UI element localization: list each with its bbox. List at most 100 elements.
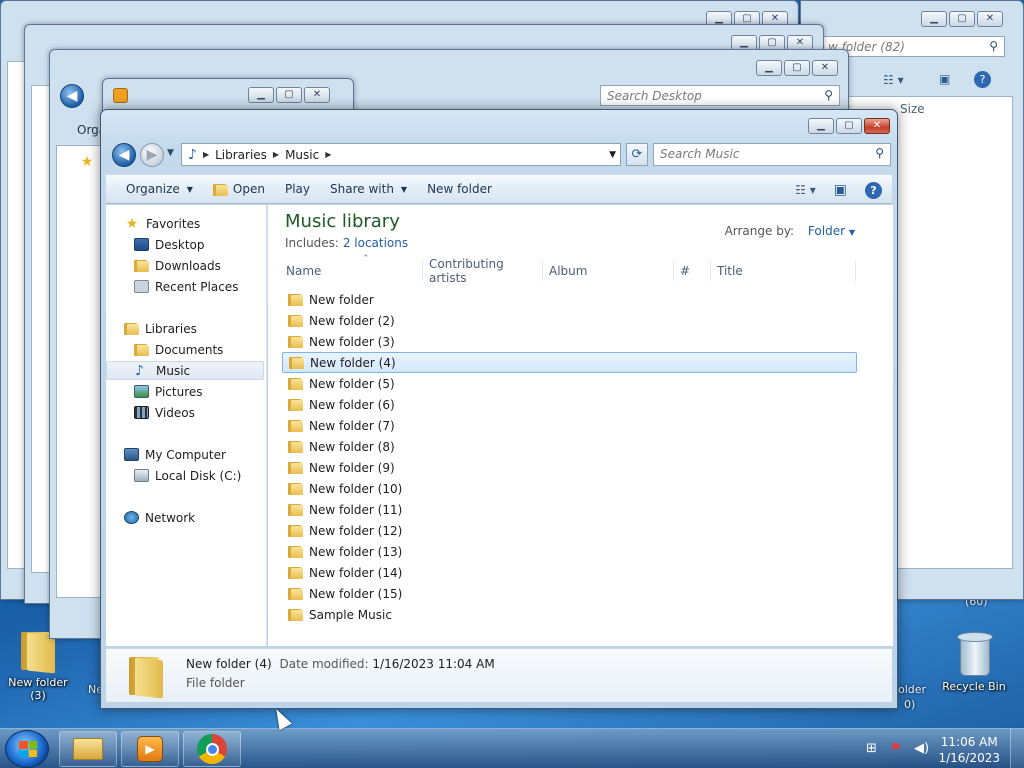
address-dropdown-icon[interactable]: ▼ <box>609 150 616 160</box>
locations-link[interactable]: 2 locations <box>343 236 408 250</box>
dropdown-arrow-icon: ▼ <box>186 184 193 194</box>
file-row[interactable]: New folder (11) <box>282 499 857 520</box>
minimize-button[interactable]: ▁ <box>756 60 782 76</box>
play-button[interactable]: Play <box>275 177 320 201</box>
breadcrumb-separator-icon[interactable]: ▶ <box>273 150 279 159</box>
volume-icon[interactable]: ◀) <box>914 741 929 756</box>
column-header-size[interactable]: Size <box>900 102 925 116</box>
maximize-button[interactable]: ▢ <box>836 118 862 134</box>
taskbar-media-player-button[interactable]: ▶ <box>121 731 179 767</box>
file-row[interactable]: New folder (8) <box>282 436 857 457</box>
file-row[interactable]: New folder (12) <box>282 520 857 541</box>
nav-documents[interactable]: Documents <box>106 340 264 359</box>
file-row[interactable]: New folder <box>282 289 857 310</box>
nav-label: Music <box>156 363 191 378</box>
file-row[interactable]: Sample Music <box>282 604 857 625</box>
start-button[interactable] <box>5 730 49 768</box>
minimize-button[interactable]: ▁ <box>921 11 947 27</box>
preview-pane-icon[interactable]: ▣ <box>939 72 950 86</box>
clock[interactable]: 11:06 AM 1/16/2023 <box>938 734 1000 766</box>
nav-label: Desktop <box>155 237 205 252</box>
file-row[interactable]: New folder (14) <box>282 562 857 583</box>
organize-menu[interactable]: Organize ▼ <box>116 177 203 201</box>
search-input[interactable]: Search Desktop ⚲ <box>600 85 840 106</box>
desktop-icon-new-folder-3[interactable]: New folder (3) <box>2 630 74 702</box>
file-row[interactable]: New folder (9) <box>282 457 857 478</box>
file-name: New folder (6) <box>309 397 395 412</box>
nav-label: My Computer <box>145 447 226 462</box>
maximize-button[interactable]: ▢ <box>949 11 975 27</box>
close-button[interactable]: ✕ <box>304 87 330 103</box>
close-button[interactable]: ✕ <box>864 118 890 134</box>
minimize-button[interactable]: ▁ <box>808 118 834 134</box>
breadcrumb-libraries[interactable]: Libraries <box>215 148 267 162</box>
nav-videos[interactable]: Videos <box>106 403 264 422</box>
nav-recent-places[interactable]: Recent Places <box>106 277 264 296</box>
show-desktop-button[interactable] <box>1010 729 1024 768</box>
libraries-icon <box>124 322 139 335</box>
nav-desktop[interactable]: Desktop <box>106 235 264 254</box>
open-button[interactable]: Open <box>203 177 275 201</box>
nav-music[interactable]: ♪ Music <box>106 361 264 380</box>
arrange-by-dropdown[interactable]: Folder ▼ <box>808 224 855 238</box>
forward-button[interactable]: ▶ <box>140 143 164 167</box>
nav-local-disk[interactable]: Local Disk (C:) <box>106 466 264 485</box>
nav-favorites[interactable]: ★ Favorites <box>106 214 264 233</box>
file-row[interactable]: New folder (7) <box>282 415 857 436</box>
file-row[interactable]: New folder (3) <box>282 331 857 352</box>
preview-pane-icon[interactable]: ▣ <box>834 182 847 198</box>
recent-pages-dropdown-icon[interactable]: ▼ <box>167 148 174 158</box>
folder-icon <box>288 419 303 432</box>
file-row[interactable]: New folder (2) <box>282 310 857 331</box>
network-tray-icon[interactable]: ⊞ <box>866 741 877 756</box>
address-bar[interactable]: ♪ ▶ Libraries ▶ Music ▶ ▼ <box>181 143 621 166</box>
window-caption-buttons: ▁ ▢ ✕ <box>808 118 890 134</box>
view-options-icon[interactable]: ☷ ▾ <box>883 73 904 87</box>
back-button[interactable]: ◀ <box>60 84 84 108</box>
taskbar-chrome-button[interactable] <box>183 731 241 767</box>
file-row[interactable]: New folder (15) <box>282 583 857 604</box>
folder-icon <box>288 398 303 411</box>
maximize-button[interactable]: ▢ <box>276 87 302 103</box>
search-input[interactable]: Search Music ⚲ <box>653 143 891 166</box>
folder-icon <box>288 377 303 390</box>
nav-my-computer[interactable]: My Computer <box>106 445 264 464</box>
back-button[interactable]: ◀ <box>112 143 136 167</box>
folder-icon <box>288 503 303 516</box>
maximize-button[interactable]: ▢ <box>784 60 810 76</box>
explorer-window-music[interactable]: ▁ ▢ ✕ ◀ ▶ ▼ ♪ ▶ Libraries ▶ Music ▶ ▼ ⟳ … <box>100 109 898 709</box>
view-options-icon[interactable]: ☷ ▾ <box>795 183 816 197</box>
desktop-icon-recycle-bin[interactable]: Recycle Bin <box>938 632 1010 693</box>
column-header-contributing-artists[interactable]: Contributing artists <box>423 257 543 285</box>
taskbar-explorer-button[interactable] <box>59 731 117 767</box>
column-header-track-number[interactable]: # <box>674 261 711 281</box>
minimize-button[interactable]: ▁ <box>248 87 274 103</box>
new-folder-button[interactable]: New folder <box>417 177 502 201</box>
file-row[interactable]: New folder (13) <box>282 541 857 562</box>
help-icon[interactable]: ? <box>865 181 882 199</box>
nav-libraries[interactable]: Libraries <box>106 319 264 338</box>
breadcrumb-music[interactable]: Music <box>285 148 319 162</box>
folder-icon <box>288 314 303 327</box>
breadcrumb-separator-icon[interactable]: ▶ <box>203 150 209 159</box>
nav-pictures[interactable]: Pictures <box>106 382 264 401</box>
close-button[interactable]: ✕ <box>812 60 838 76</box>
nav-network[interactable]: Network <box>106 508 264 527</box>
column-header-title[interactable]: Title <box>711 261 856 281</box>
nav-downloads[interactable]: Downloads <box>106 256 264 275</box>
close-button[interactable]: ✕ <box>977 11 1003 27</box>
action-center-icon[interactable]: ⚑ <box>890 741 902 756</box>
column-header-name[interactable]: Name <box>280 261 423 281</box>
file-name: New folder (9) <box>309 460 395 475</box>
folder-icon <box>288 293 303 306</box>
file-row[interactable]: New folder (6) <box>282 394 857 415</box>
file-row[interactable]: New folder (10) <box>282 478 857 499</box>
refresh-button[interactable]: ⟳ <box>626 143 648 166</box>
library-title: Music library <box>285 211 400 232</box>
help-icon[interactable]: ? <box>974 71 991 88</box>
file-row[interactable]: New folder (4) <box>282 352 857 373</box>
column-header-album[interactable]: Album <box>543 261 674 281</box>
breadcrumb-separator-icon[interactable]: ▶ <box>325 150 331 159</box>
file-row[interactable]: New folder (5) <box>282 373 857 394</box>
share-with-menu[interactable]: Share with ▼ <box>320 177 417 201</box>
